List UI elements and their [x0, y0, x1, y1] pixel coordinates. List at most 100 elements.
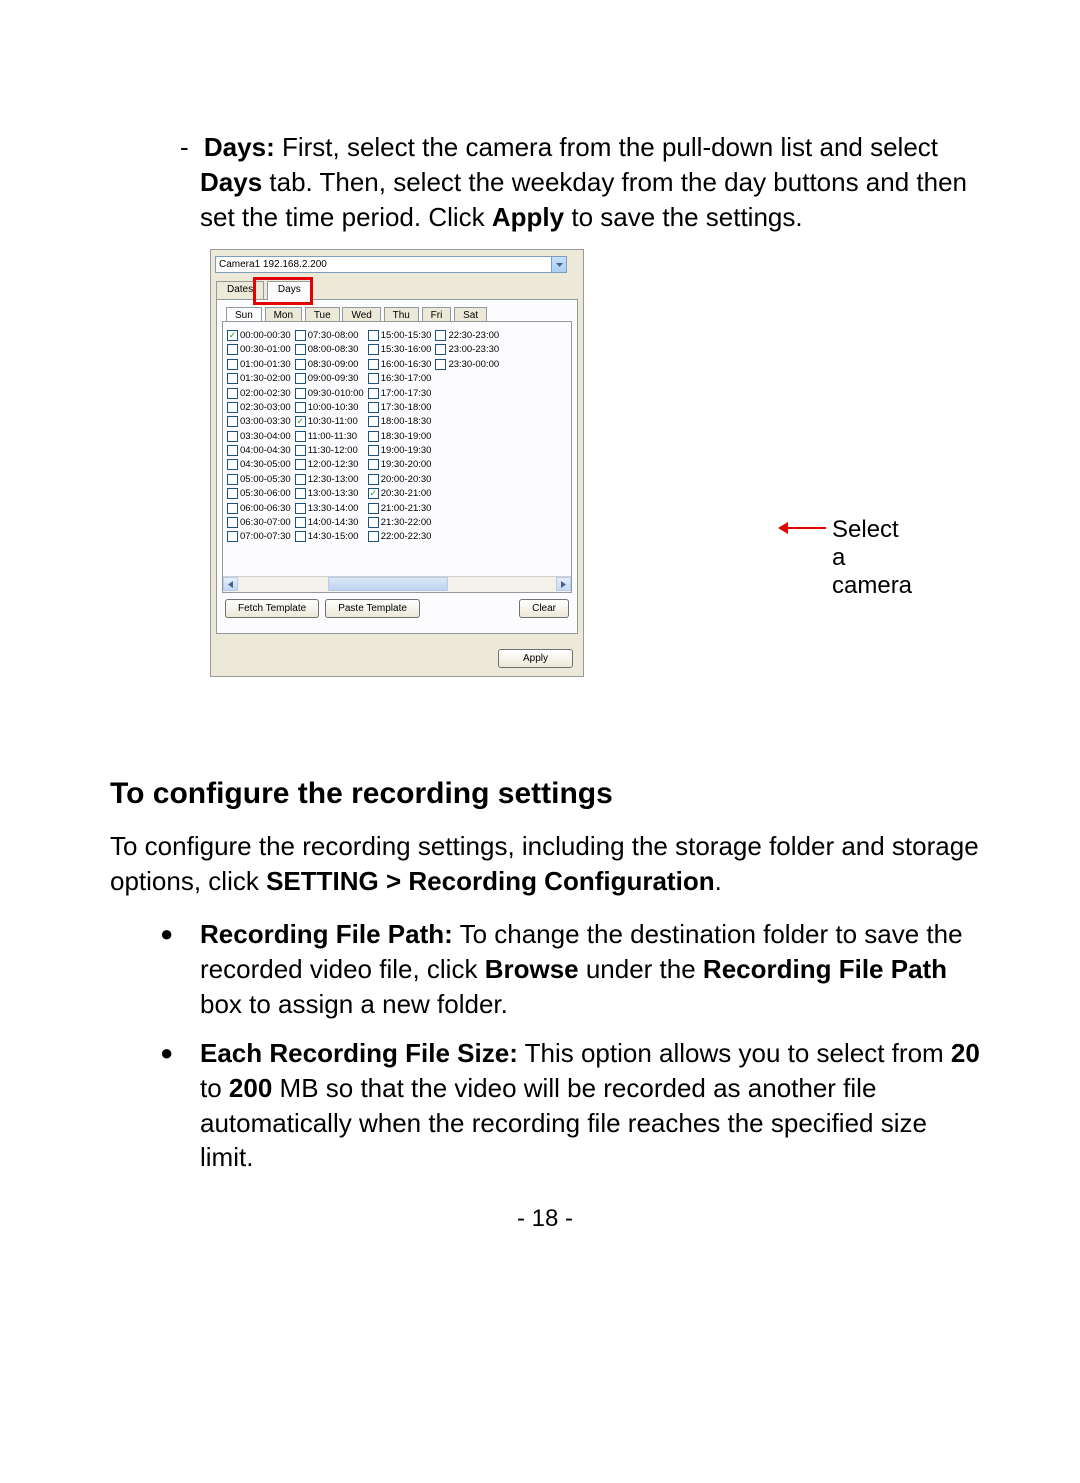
time-checkbox[interactable]: [227, 517, 238, 528]
day-tab-fri[interactable]: Fri: [422, 307, 452, 322]
dropdown-arrow-button[interactable]: [551, 257, 566, 272]
time-checkbox[interactable]: [295, 503, 306, 514]
time-checkbox[interactable]: [227, 474, 238, 485]
day-tab-thu[interactable]: Thu: [384, 307, 419, 322]
camera-dropdown[interactable]: Camera1 192.168.2.200: [215, 256, 567, 273]
time-checkbox[interactable]: [227, 459, 238, 470]
time-checkbox[interactable]: [295, 431, 306, 442]
time-checkbox[interactable]: [227, 503, 238, 514]
time-slot-label: 23:30-00:00: [448, 359, 499, 370]
time-slot: 13:00-13:30: [295, 487, 364, 501]
time-checkbox[interactable]: [295, 359, 306, 370]
time-checkbox[interactable]: [368, 402, 379, 413]
time-checkbox[interactable]: [227, 388, 238, 399]
scroll-right-button[interactable]: [556, 577, 571, 591]
time-slot-label: 08:00-08:30: [308, 344, 359, 355]
time-checkbox[interactable]: [435, 330, 446, 341]
paste-template-button[interactable]: Paste Template: [325, 599, 420, 618]
clear-button[interactable]: Clear: [519, 599, 569, 618]
time-checkbox[interactable]: [295, 445, 306, 456]
tab-dates[interactable]: Dates: [216, 281, 264, 300]
time-checkbox[interactable]: [368, 359, 379, 370]
time-slot-label: 08:30-09:00: [308, 359, 359, 370]
time-checkbox[interactable]: [368, 344, 379, 355]
time-slot-label: 03:00-03:30: [240, 416, 291, 427]
scroll-thumb[interactable]: [328, 577, 448, 591]
time-slot-label: 07:30-08:00: [308, 330, 359, 341]
section-intro-paragraph: To configure the recording settings, inc…: [110, 829, 980, 899]
time-slot-label: 00:00-00:30: [240, 330, 291, 341]
time-checkbox[interactable]: [295, 531, 306, 542]
time-slot: 11:00-11:30: [295, 429, 364, 443]
time-checkbox[interactable]: [295, 459, 306, 470]
time-checkbox[interactable]: [368, 517, 379, 528]
scroll-left-button[interactable]: [223, 577, 238, 591]
tab-days[interactable]: Days: [267, 281, 312, 300]
time-checkbox[interactable]: [227, 488, 238, 499]
time-checkbox[interactable]: [295, 344, 306, 355]
day-tab-mon[interactable]: Mon: [265, 307, 302, 322]
time-checkbox[interactable]: [227, 330, 238, 341]
time-checkbox[interactable]: [368, 531, 379, 542]
time-checkbox[interactable]: [295, 517, 306, 528]
time-checkbox[interactable]: [368, 488, 379, 499]
time-checkbox[interactable]: [368, 388, 379, 399]
time-checkbox[interactable]: [368, 445, 379, 456]
time-checkbox[interactable]: [227, 402, 238, 413]
time-checkbox[interactable]: [295, 416, 306, 427]
fetch-template-button[interactable]: Fetch Template: [225, 599, 319, 618]
time-checkbox[interactable]: [295, 388, 306, 399]
intro-paragraph: - Days: First, select the camera from th…: [200, 130, 980, 235]
time-checkbox[interactable]: [227, 445, 238, 456]
time-slot-label: 04:30-05:00: [240, 459, 291, 470]
time-slot: 08:00-08:30: [295, 343, 364, 357]
time-slot: 14:30-15:00: [295, 530, 364, 544]
day-tab-tue[interactable]: Tue: [305, 307, 340, 322]
time-checkbox[interactable]: [368, 431, 379, 442]
time-slot-label: 18:00-18:30: [381, 416, 432, 427]
time-checkbox[interactable]: [227, 416, 238, 427]
time-slot: 03:00-03:30: [227, 415, 291, 429]
time-checkbox[interactable]: [435, 344, 446, 355]
horizontal-scrollbar[interactable]: [223, 576, 571, 592]
day-tab-sat[interactable]: Sat: [454, 307, 487, 322]
time-slot-label: 01:00-01:30: [240, 359, 291, 370]
time-slot-label: 17:00-17:30: [381, 388, 432, 399]
time-slot-label: 00:30-01:00: [240, 344, 291, 355]
callout-arrow-icon: [786, 527, 826, 529]
time-slot: 05:30-06:00: [227, 487, 291, 501]
time-checkbox[interactable]: [227, 531, 238, 542]
time-checkbox[interactable]: [368, 373, 379, 384]
time-checkbox[interactable]: [227, 373, 238, 384]
time-checkbox[interactable]: [368, 474, 379, 485]
time-checkbox[interactable]: [368, 503, 379, 514]
time-checkbox[interactable]: [295, 373, 306, 384]
time-slot: 05:00-05:30: [227, 472, 291, 486]
time-slot: 10:00-10:30: [295, 400, 364, 414]
time-slot: 21:30-22:00: [368, 515, 432, 529]
time-slot: 04:30-05:00: [227, 458, 291, 472]
time-checkbox[interactable]: [368, 459, 379, 470]
days-tab-panel: Sun Mon Tue Wed Thu Fri Sat 00:00-00:30 0…: [216, 299, 578, 634]
day-tab-sun[interactable]: Sun: [226, 307, 262, 322]
time-slot: 00:00-00:30: [227, 328, 291, 342]
time-slot: 13:30-14:00: [295, 501, 364, 515]
time-checkbox[interactable]: [227, 431, 238, 442]
time-checkbox[interactable]: [227, 344, 238, 355]
time-slot-label: 19:30-20:00: [381, 459, 432, 470]
day-tab-wed[interactable]: Wed: [342, 307, 380, 322]
time-checkbox[interactable]: [368, 330, 379, 341]
time-slot-label: 09:00-09:30: [308, 373, 359, 384]
apply-button[interactable]: Apply: [498, 649, 573, 668]
time-checkbox[interactable]: [227, 359, 238, 370]
time-checkbox[interactable]: [295, 402, 306, 413]
time-checkbox[interactable]: [295, 330, 306, 341]
time-slot-label: 14:30-15:00: [308, 531, 359, 542]
time-slot: 01:00-01:30: [227, 357, 291, 371]
time-checkbox[interactable]: [435, 359, 446, 370]
time-checkbox[interactable]: [295, 474, 306, 485]
time-slot: 14:00-14:30: [295, 515, 364, 529]
time-checkbox[interactable]: [368, 416, 379, 427]
time-slot: 04:00-04:30: [227, 443, 291, 457]
time-checkbox[interactable]: [295, 488, 306, 499]
